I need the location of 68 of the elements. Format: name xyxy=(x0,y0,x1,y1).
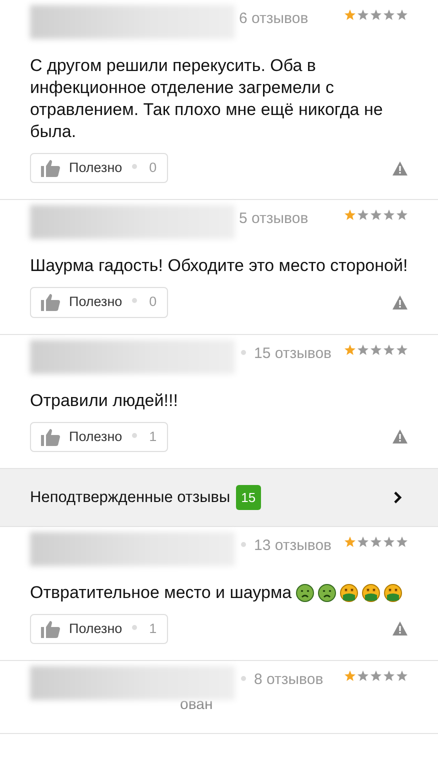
separator-dot xyxy=(132,164,138,170)
helpful-count: 0 xyxy=(149,159,157,177)
star-icon xyxy=(357,9,369,21)
star-icon xyxy=(396,9,408,21)
review-count: 5 отзывов xyxy=(239,209,308,230)
emoji-icon xyxy=(384,584,402,602)
emoji-icon xyxy=(296,584,314,602)
star-icon xyxy=(396,209,408,222)
thumbs-up-icon xyxy=(41,293,61,312)
star-icon xyxy=(370,9,382,21)
helpful-label: Полезно xyxy=(69,293,122,312)
separator-dot xyxy=(132,298,138,304)
review-text: Отвратительное место и шаурма xyxy=(30,582,292,604)
star-icon xyxy=(357,536,369,548)
thumbs-up-icon xyxy=(41,428,61,446)
helpful-count: 1 xyxy=(149,428,157,446)
star-icon xyxy=(344,536,356,548)
star-icon xyxy=(396,344,408,356)
helpful-button[interactable]: Полезно 0 xyxy=(30,153,168,184)
thumbs-up-icon xyxy=(41,159,61,178)
star-icon xyxy=(357,670,369,682)
star-icon xyxy=(344,344,356,356)
chevron-right-icon xyxy=(393,490,402,504)
star-icon xyxy=(370,536,382,548)
star-icon xyxy=(383,344,395,356)
star-icon xyxy=(383,536,395,548)
helpful-count: 0 xyxy=(149,293,157,312)
star-icon xyxy=(383,209,395,222)
star-icon xyxy=(383,670,395,682)
warning-icon[interactable] xyxy=(392,294,408,310)
star-icon xyxy=(344,670,356,682)
review-text: Отравили людей!!! xyxy=(30,390,178,410)
review-text: С другом решили перекусить. Оба в инфекционное отделение загремели с отравлением. Так плохо мне ещё никогда не была. xyxy=(30,56,383,141)
star-icon xyxy=(396,670,408,682)
warning-icon[interactable] xyxy=(392,160,408,176)
warning-icon[interactable] xyxy=(392,429,408,444)
separator-dot xyxy=(132,624,138,630)
subtitle-fragment: ован xyxy=(180,695,214,715)
unconfirmed-reviews-link[interactable]: Неподтвержденные отзывы 15 xyxy=(0,468,438,527)
helpful-label: Полезно xyxy=(69,620,122,638)
helpful-label: Полезно xyxy=(69,159,122,177)
thumbs-up-icon xyxy=(41,620,61,638)
review-count: 8 отзывов xyxy=(254,670,324,690)
star-icon xyxy=(370,344,382,356)
warning-icon[interactable] xyxy=(392,621,408,636)
review-count: 6 отзывов xyxy=(239,9,308,29)
review-count: 15 отзывов xyxy=(254,344,332,364)
count-badge: 15 xyxy=(236,484,261,510)
separator-dot xyxy=(132,432,138,438)
emoji-icon xyxy=(362,584,380,602)
star-icon xyxy=(383,9,395,21)
star-icon xyxy=(357,209,369,222)
star-icon xyxy=(370,670,382,682)
star-icon xyxy=(396,536,408,548)
emoji-icon xyxy=(318,584,336,602)
star-icon xyxy=(370,209,382,222)
star-icon xyxy=(357,344,369,356)
star-icon xyxy=(344,9,356,21)
banner-label: Неподтвержденные отзывы xyxy=(30,488,230,508)
helpful-count: 1 xyxy=(149,620,157,638)
helpful-button[interactable]: Полезно 0 xyxy=(30,287,168,318)
review-count: 13 отзывов xyxy=(254,536,332,556)
emoji-icon xyxy=(340,584,358,602)
star-icon xyxy=(344,209,356,222)
helpful-button[interactable]: Полезно 1 xyxy=(30,614,168,644)
helpful-label: Полезно xyxy=(69,428,122,446)
helpful-button[interactable]: Полезно 1 xyxy=(30,422,168,452)
review-text: Шаурма гадость! Обходите это место стороной! xyxy=(30,256,408,276)
